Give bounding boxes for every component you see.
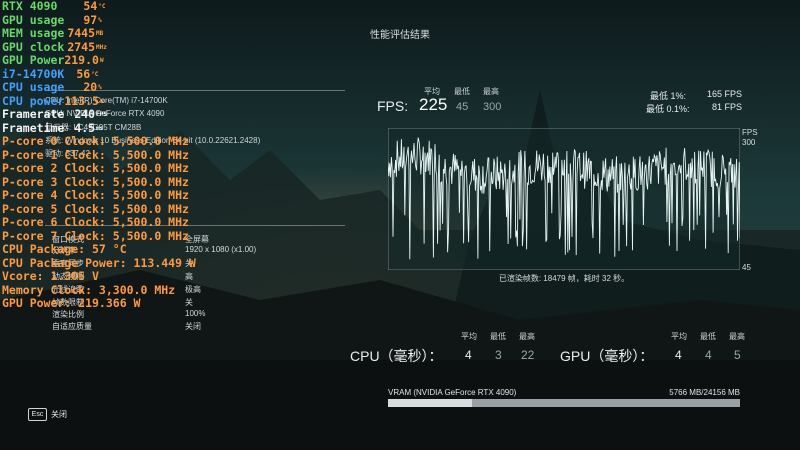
osd-cpu-name: i7-14700K	[2, 66, 65, 81]
graph-axis-max: 300	[742, 138, 756, 147]
gpu-ms-label: GPU（毫秒）：	[560, 348, 654, 364]
osd-vcore: Vcore: 1.305 V	[2, 269, 99, 283]
setting-label: 渲染比例	[52, 310, 84, 319]
osd-gpu-temp-unit: °C	[98, 3, 106, 10]
osd-gpu-power-detail: GPU Power: 219.366 W	[2, 296, 141, 310]
osd-cpu-usage-row: CPU usage 20%	[2, 80, 196, 95]
osd-cpu-name-row: i7-14700K 56°C	[2, 66, 196, 82]
osd-cpu-package-power: CPU Package Power: 113.449 W	[2, 255, 196, 270]
osd-frametime-row: Frametime 4.5ms	[2, 120, 196, 136]
osd-cpu-package: CPU Package: 57 °C	[2, 242, 127, 256]
gpu-min: 4	[705, 348, 712, 362]
osd-gpu-clock-row: GPU clock 2745MHz	[2, 39, 196, 55]
osd-cpu-power-label: CPU power	[2, 93, 65, 108]
osd-framerate-unit: FPS	[96, 111, 107, 118]
osd-mem-usage-label: MEM usage	[2, 26, 65, 40]
graph-axis-min: 45	[742, 263, 751, 272]
osd-mem-usage-row: MEM usage 7445MB	[2, 26, 196, 41]
osd-pcore-1: P-core 1 Clock: 5,500.0 MHz	[2, 147, 189, 162]
cpu-avg: 4	[465, 348, 472, 362]
fps-min-header: 最低	[454, 87, 470, 96]
osd-gpu-name-row: RTX 4090 54°C	[2, 0, 196, 14]
gpu-avg: 4	[675, 348, 682, 362]
gpu-max: 5	[734, 348, 741, 362]
osd-cpu-usage-unit: %	[98, 84, 102, 91]
cpu-avg-header: 平均	[461, 332, 477, 341]
gpu-min-header: 最低	[700, 332, 716, 341]
fps-maximum: 300	[483, 101, 502, 113]
osd-gpu-clock: 2745	[67, 39, 96, 54]
low1-value: 165 FPS	[706, 89, 742, 99]
low01-value: 81 FPS	[711, 102, 742, 112]
osd-frametime: 4.5	[74, 120, 96, 135]
osd-gpu-usage-unit: %	[98, 16, 102, 24]
osd-cpu-usage: 20	[83, 80, 98, 94]
osd-mem-usage: 7445	[67, 26, 96, 40]
cpu-ms-label: CPU（毫秒）：	[350, 348, 443, 364]
cpu-max: 22	[521, 348, 535, 362]
osd-cpu-usage-label: CPU usage	[2, 80, 65, 94]
osd-cpu-power-unit: W	[99, 97, 104, 105]
osd-pcore-6: P-core 6 Clock: 5,500.0 MHz	[2, 215, 189, 229]
osd-gpu-clock-unit: MHz	[96, 43, 107, 51]
setting-label: 自适应质量	[52, 322, 92, 331]
low01-label: 最低 0.1%:	[646, 104, 690, 114]
gpu-max-header: 最高	[729, 332, 745, 341]
graph-caption: 已渲染帧数: 18479 帧，耗时 32 秒。	[498, 274, 630, 283]
osd-gpu-power-unit: W	[99, 57, 104, 64]
osd-pcore-2: P-core 2 Clock: 5,500.0 MHz	[2, 161, 189, 175]
osd-mem-usage-unit: MB	[96, 30, 104, 37]
osd-overlay: RTX 4090 54°C GPU usage 97% MEM usage 7445M…	[2, 0, 196, 311]
osd-framerate-row: Framerate 240FPS	[2, 107, 196, 122]
osd-gpu-temp: 54	[83, 0, 98, 13]
osd-memory-clock: Memory Clock: 3,300.0 MHz	[2, 282, 176, 297]
graph-axis-unit: FPS	[742, 128, 758, 137]
cpu-max-header: 最高	[519, 332, 535, 341]
osd-framerate-label: Framerate	[2, 107, 65, 121]
vram-usage-bar	[388, 399, 740, 407]
osd-gpu-usage: 97	[83, 12, 98, 27]
osd-frametime-label: Frametime	[2, 120, 65, 135]
cpu-min-header: 最低	[490, 332, 506, 341]
osd-frametime-unit: ms	[96, 124, 104, 132]
osd-gpu-usage-label: GPU usage	[2, 12, 65, 27]
osd-cpu-temp: 56	[76, 66, 91, 81]
close-button[interactable]: 关闭	[51, 409, 67, 420]
osd-cpu-temp-unit: °C	[91, 70, 99, 78]
osd-cpu-power: 113.5	[64, 93, 99, 108]
setting-value: 关闭	[185, 322, 201, 331]
low1-label: 最低 1%:	[650, 91, 687, 101]
osd-cpu-power-row: CPU power113.5W	[2, 93, 196, 109]
esc-key-icon[interactable]: Esc	[28, 408, 47, 421]
osd-gpu-power-row: GPU Power219.0W	[2, 53, 196, 68]
osd-framerate: 240	[74, 107, 96, 121]
osd-gpu-usage-row: GPU usage 97%	[2, 12, 196, 28]
osd-pcore-5: P-core 5 Clock: 5,500.0 MHz	[2, 201, 189, 216]
osd-pcore-4: P-core 4 Clock: 5,500.0 MHz	[2, 188, 189, 202]
fps-label: FPS:	[377, 98, 409, 114]
osd-gpu-power-label: GPU Power	[2, 53, 65, 67]
osd-pcore-3: P-core 3 Clock: 5,500.0 MHz	[2, 174, 189, 189]
vram-value: 5766 MB/24156 MB	[669, 388, 740, 397]
fps-graph	[388, 128, 740, 270]
fps-minimum: 45	[456, 101, 469, 113]
cpu-min: 3	[495, 348, 502, 362]
fps-average: 225	[419, 95, 448, 114]
fps-max-header: 最高	[483, 87, 499, 96]
osd-pcore-0: P-core 0 Clock: 5,500.0 MHz	[2, 134, 189, 148]
osd-gpu-clock-label: GPU clock	[2, 39, 65, 54]
vram-label: VRAM (NVIDIA GeForce RTX 4090)	[388, 388, 517, 397]
vram-usage-fill	[388, 399, 473, 407]
osd-gpu-name: RTX 4090	[2, 0, 58, 13]
osd-pcore-7: P-core 7 Clock: 5,500.0 MHz	[2, 228, 189, 243]
osd-gpu-power: 219.0	[64, 53, 99, 67]
gpu-avg-header: 平均	[671, 332, 687, 341]
